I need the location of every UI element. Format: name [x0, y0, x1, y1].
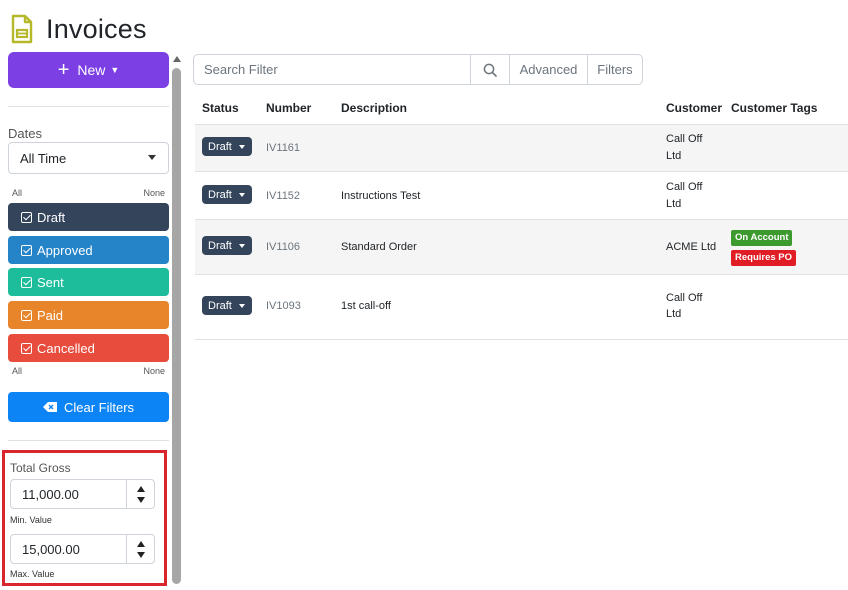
eraser-icon [42, 402, 57, 412]
scroll-up-icon[interactable] [173, 56, 181, 62]
customer-tag-requires-po: Requires PO [731, 250, 797, 266]
min-value-stepper[interactable] [126, 480, 154, 508]
customer-name-line2: Ltd [666, 198, 682, 210]
search-icon [483, 63, 497, 77]
status-badge-label: Draft [208, 188, 232, 201]
max-value-stepper[interactable] [126, 535, 154, 563]
clear-filters-label: Clear Filters [63, 399, 135, 415]
customer-name-line1: Call Off [666, 181, 703, 193]
invoice-document-icon [11, 14, 33, 44]
customer-name-line1: ACME Ltd [666, 241, 717, 253]
column-header-number[interactable]: Number [266, 101, 311, 115]
status-badge-label: Draft [208, 299, 232, 312]
page-header: Invoices [10, 12, 147, 46]
stepper-up-icon[interactable] [136, 485, 145, 492]
search-button[interactable] [470, 55, 509, 84]
table-row[interactable]: Draft IV1106 Standard Order ACME Ltd On … [195, 220, 848, 275]
customer-name-line1: Call Off [666, 133, 703, 145]
select-all-link[interactable]: All [12, 366, 22, 376]
search-bar: Advanced Filters [193, 54, 643, 85]
status-badge[interactable]: Draft [202, 137, 252, 156]
table-row[interactable]: Draft IV1161 Call Off Ltd [195, 125, 848, 172]
caret-down-icon [238, 243, 245, 248]
status-select-all-none: All None [12, 188, 165, 198]
status-badge-label: Draft [208, 239, 232, 252]
clear-filters-button[interactable]: Clear Filters [8, 392, 169, 422]
checkbox-checked-icon [21, 342, 32, 354]
min-value: 11,000.00 [22, 486, 79, 502]
filters-button[interactable]: Filters [587, 55, 642, 84]
status-badge[interactable]: Draft [202, 185, 252, 204]
new-button[interactable]: + New ▼ [8, 52, 169, 88]
filter-label: Paid [37, 307, 64, 323]
max-value: 15,000.00 [22, 541, 80, 557]
new-button-label: New [77, 62, 106, 78]
column-header-description[interactable]: Description [341, 101, 407, 115]
min-value-input[interactable]: 11,000.00 [10, 479, 155, 509]
invoice-number[interactable]: IV1152 [266, 190, 300, 202]
select-all-link[interactable]: All [12, 188, 22, 198]
sidebar-scrollbar[interactable] [172, 54, 182, 590]
invoices-table: Status Number Description Customer Custo… [195, 90, 848, 340]
page-title: Invoices [46, 13, 147, 44]
dates-selected-value: All Time [20, 150, 67, 166]
table-row[interactable]: Draft IV1093 1st call-off Call Off Ltd [195, 275, 848, 340]
invoice-description: Instructions Test [341, 190, 421, 202]
filter-approved-button[interactable]: Approved [8, 236, 169, 264]
status-badge-label: Draft [208, 140, 232, 153]
stepper-down-icon[interactable] [136, 551, 145, 558]
table-row[interactable]: Draft IV1152 Instructions Test Call Off … [195, 172, 848, 220]
status-badge[interactable]: Draft [202, 236, 252, 255]
checkbox-checked-icon [21, 276, 32, 288]
max-value-label: Max. Value [10, 569, 55, 579]
filter-cancelled-button[interactable]: Cancelled [8, 334, 169, 362]
filter-paid-button[interactable]: Paid [8, 301, 169, 329]
dates-label: Dates [8, 126, 42, 141]
scrollbar-thumb[interactable] [172, 68, 181, 584]
filter-label: Approved [37, 242, 93, 258]
invoice-description: 1st call-off [341, 300, 391, 312]
customer-name-line1: Call Off [666, 292, 703, 304]
column-header-status[interactable]: Status [202, 101, 239, 115]
invoice-number[interactable]: IV1106 [266, 241, 300, 253]
dates-select[interactable]: All Time [8, 142, 169, 174]
table-header: Status Number Description Customer Custo… [195, 90, 848, 125]
status-select-all-none: All None [12, 366, 165, 376]
checkbox-checked-icon [21, 211, 32, 223]
total-gross-panel: Total Gross 11,000.00 Min. Value 15,000.… [2, 450, 167, 586]
checkbox-checked-icon [21, 309, 32, 321]
total-gross-label: Total Gross [10, 461, 71, 475]
filter-sent-button[interactable]: Sent [8, 268, 169, 296]
invoice-number[interactable]: IV1093 [266, 300, 301, 312]
caret-down-icon [238, 144, 245, 149]
select-none-link[interactable]: None [143, 366, 165, 376]
filter-label: Sent [37, 274, 64, 290]
stepper-up-icon[interactable] [136, 540, 145, 547]
advanced-button[interactable]: Advanced [509, 55, 587, 84]
customer-tag-on-account: On Account [731, 230, 793, 246]
invoice-description: Standard Order [341, 241, 417, 253]
invoice-number[interactable]: IV1161 [266, 142, 300, 154]
caret-down-icon [148, 155, 156, 160]
plus-icon: + [57, 59, 70, 81]
caret-down-icon: ▼ [110, 65, 120, 75]
divider [8, 440, 169, 441]
status-badge[interactable]: Draft [202, 296, 252, 315]
customer-name-line2: Ltd [666, 308, 682, 320]
divider [8, 106, 169, 107]
select-none-link[interactable]: None [143, 188, 165, 198]
column-header-customer[interactable]: Customer [666, 101, 722, 115]
search-input[interactable] [194, 55, 470, 84]
stepper-down-icon[interactable] [136, 496, 145, 503]
caret-down-icon [238, 303, 245, 308]
checkbox-checked-icon [21, 244, 32, 256]
min-value-label: Min. Value [10, 515, 52, 525]
filter-label: Cancelled [37, 340, 95, 356]
caret-down-icon [238, 192, 245, 197]
filter-label: Draft [37, 209, 66, 225]
customer-name-line2: Ltd [666, 150, 682, 162]
column-header-customer-tags[interactable]: Customer Tags [731, 101, 817, 115]
filter-draft-button[interactable]: Draft [8, 203, 169, 231]
max-value-input[interactable]: 15,000.00 [10, 534, 155, 564]
